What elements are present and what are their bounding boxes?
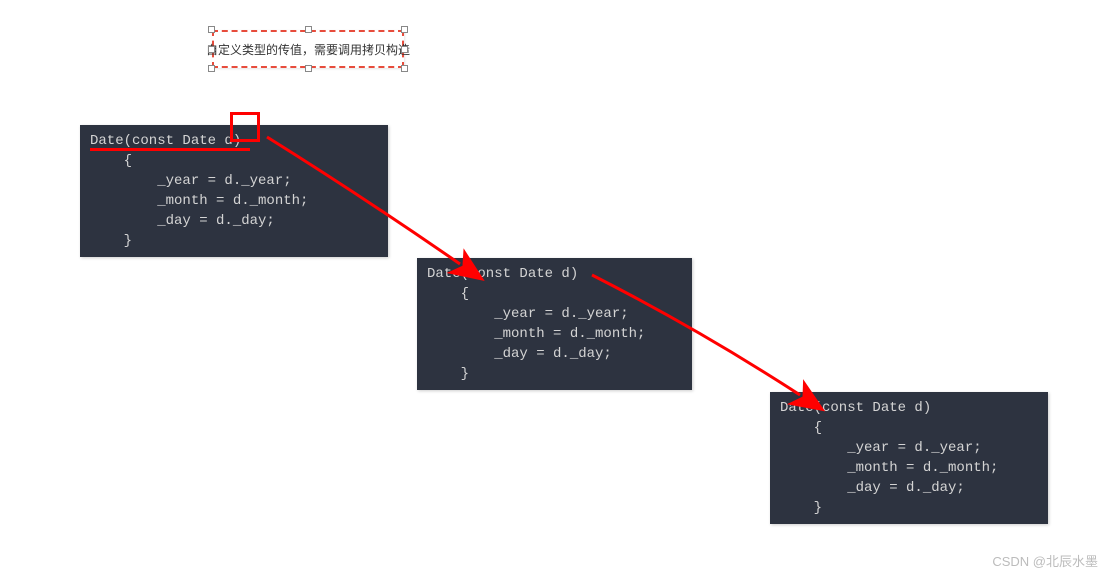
code-block-3: Date(const Date d) { _year = d._year; _m… — [770, 392, 1048, 524]
resize-handle-ml[interactable] — [208, 46, 215, 53]
resize-handle-mr[interactable] — [401, 46, 408, 53]
resize-handle-tl[interactable] — [208, 26, 215, 33]
resize-handle-tm[interactable] — [305, 26, 312, 33]
watermark: CSDN @北辰水墨 — [992, 551, 1098, 570]
red-underline — [90, 148, 250, 151]
resize-handle-tr[interactable] — [401, 26, 408, 33]
resize-handle-bl[interactable] — [208, 65, 215, 72]
red-highlight-box — [230, 112, 260, 142]
code-block-1: Date(const Date d) { _year = d._year; _m… — [80, 125, 388, 257]
resize-handle-br[interactable] — [401, 65, 408, 72]
annotation-textbox[interactable]: 自定义类型的传值，需要调用拷贝构造 — [212, 30, 404, 68]
resize-handle-bm[interactable] — [305, 65, 312, 72]
code-block-2: Date(const Date d) { _year = d._year; _m… — [417, 258, 692, 390]
textbox-text: 自定义类型的传值，需要调用拷贝构造 — [206, 41, 410, 58]
textbox-border: 自定义类型的传值，需要调用拷贝构造 — [212, 30, 404, 68]
